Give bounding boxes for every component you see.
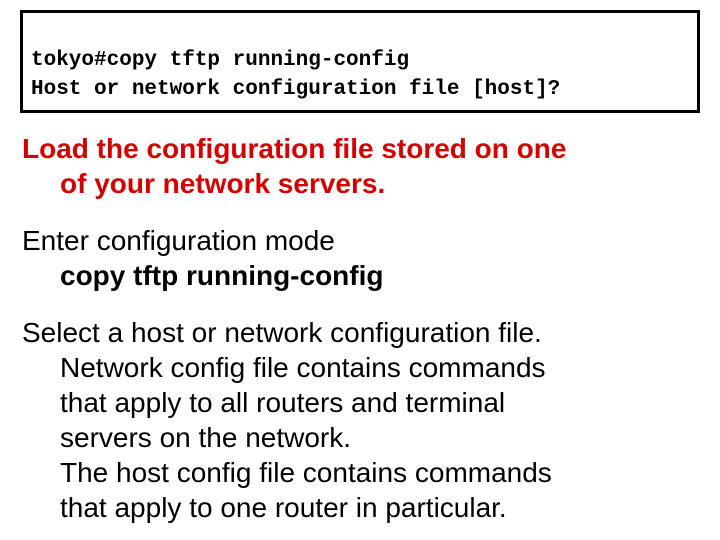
select-line-2: Network config file contains commands [22,350,700,385]
select-file-block: Select a host or network configuration f… [20,315,700,525]
select-line-3: that apply to all routers and terminal [22,385,700,420]
heading-block: Load the configuration file stored on on… [20,131,700,201]
heading-line-1: Load the configuration file stored on on… [22,131,700,166]
terminal-line-1: tokyo#copy tftp running-config [31,49,409,72]
select-line-4: servers on the network. [22,420,700,455]
terminal-line-2: Host or network configuration file [host… [31,78,560,101]
enter-mode-command: copy tftp running-config [22,258,700,293]
select-line-6: that apply to one router in particular. [22,490,700,525]
heading-line-2: of your network servers. [22,166,700,201]
enter-mode-block: Enter configuration mode copy tftp runni… [20,223,700,293]
enter-mode-line-1: Enter configuration mode [22,223,700,258]
select-line-1: Select a host or network configuration f… [22,315,700,350]
select-line-5: The host config file contains commands [22,455,700,490]
terminal-output: tokyo#copy tftp running-config Host or n… [20,10,700,113]
